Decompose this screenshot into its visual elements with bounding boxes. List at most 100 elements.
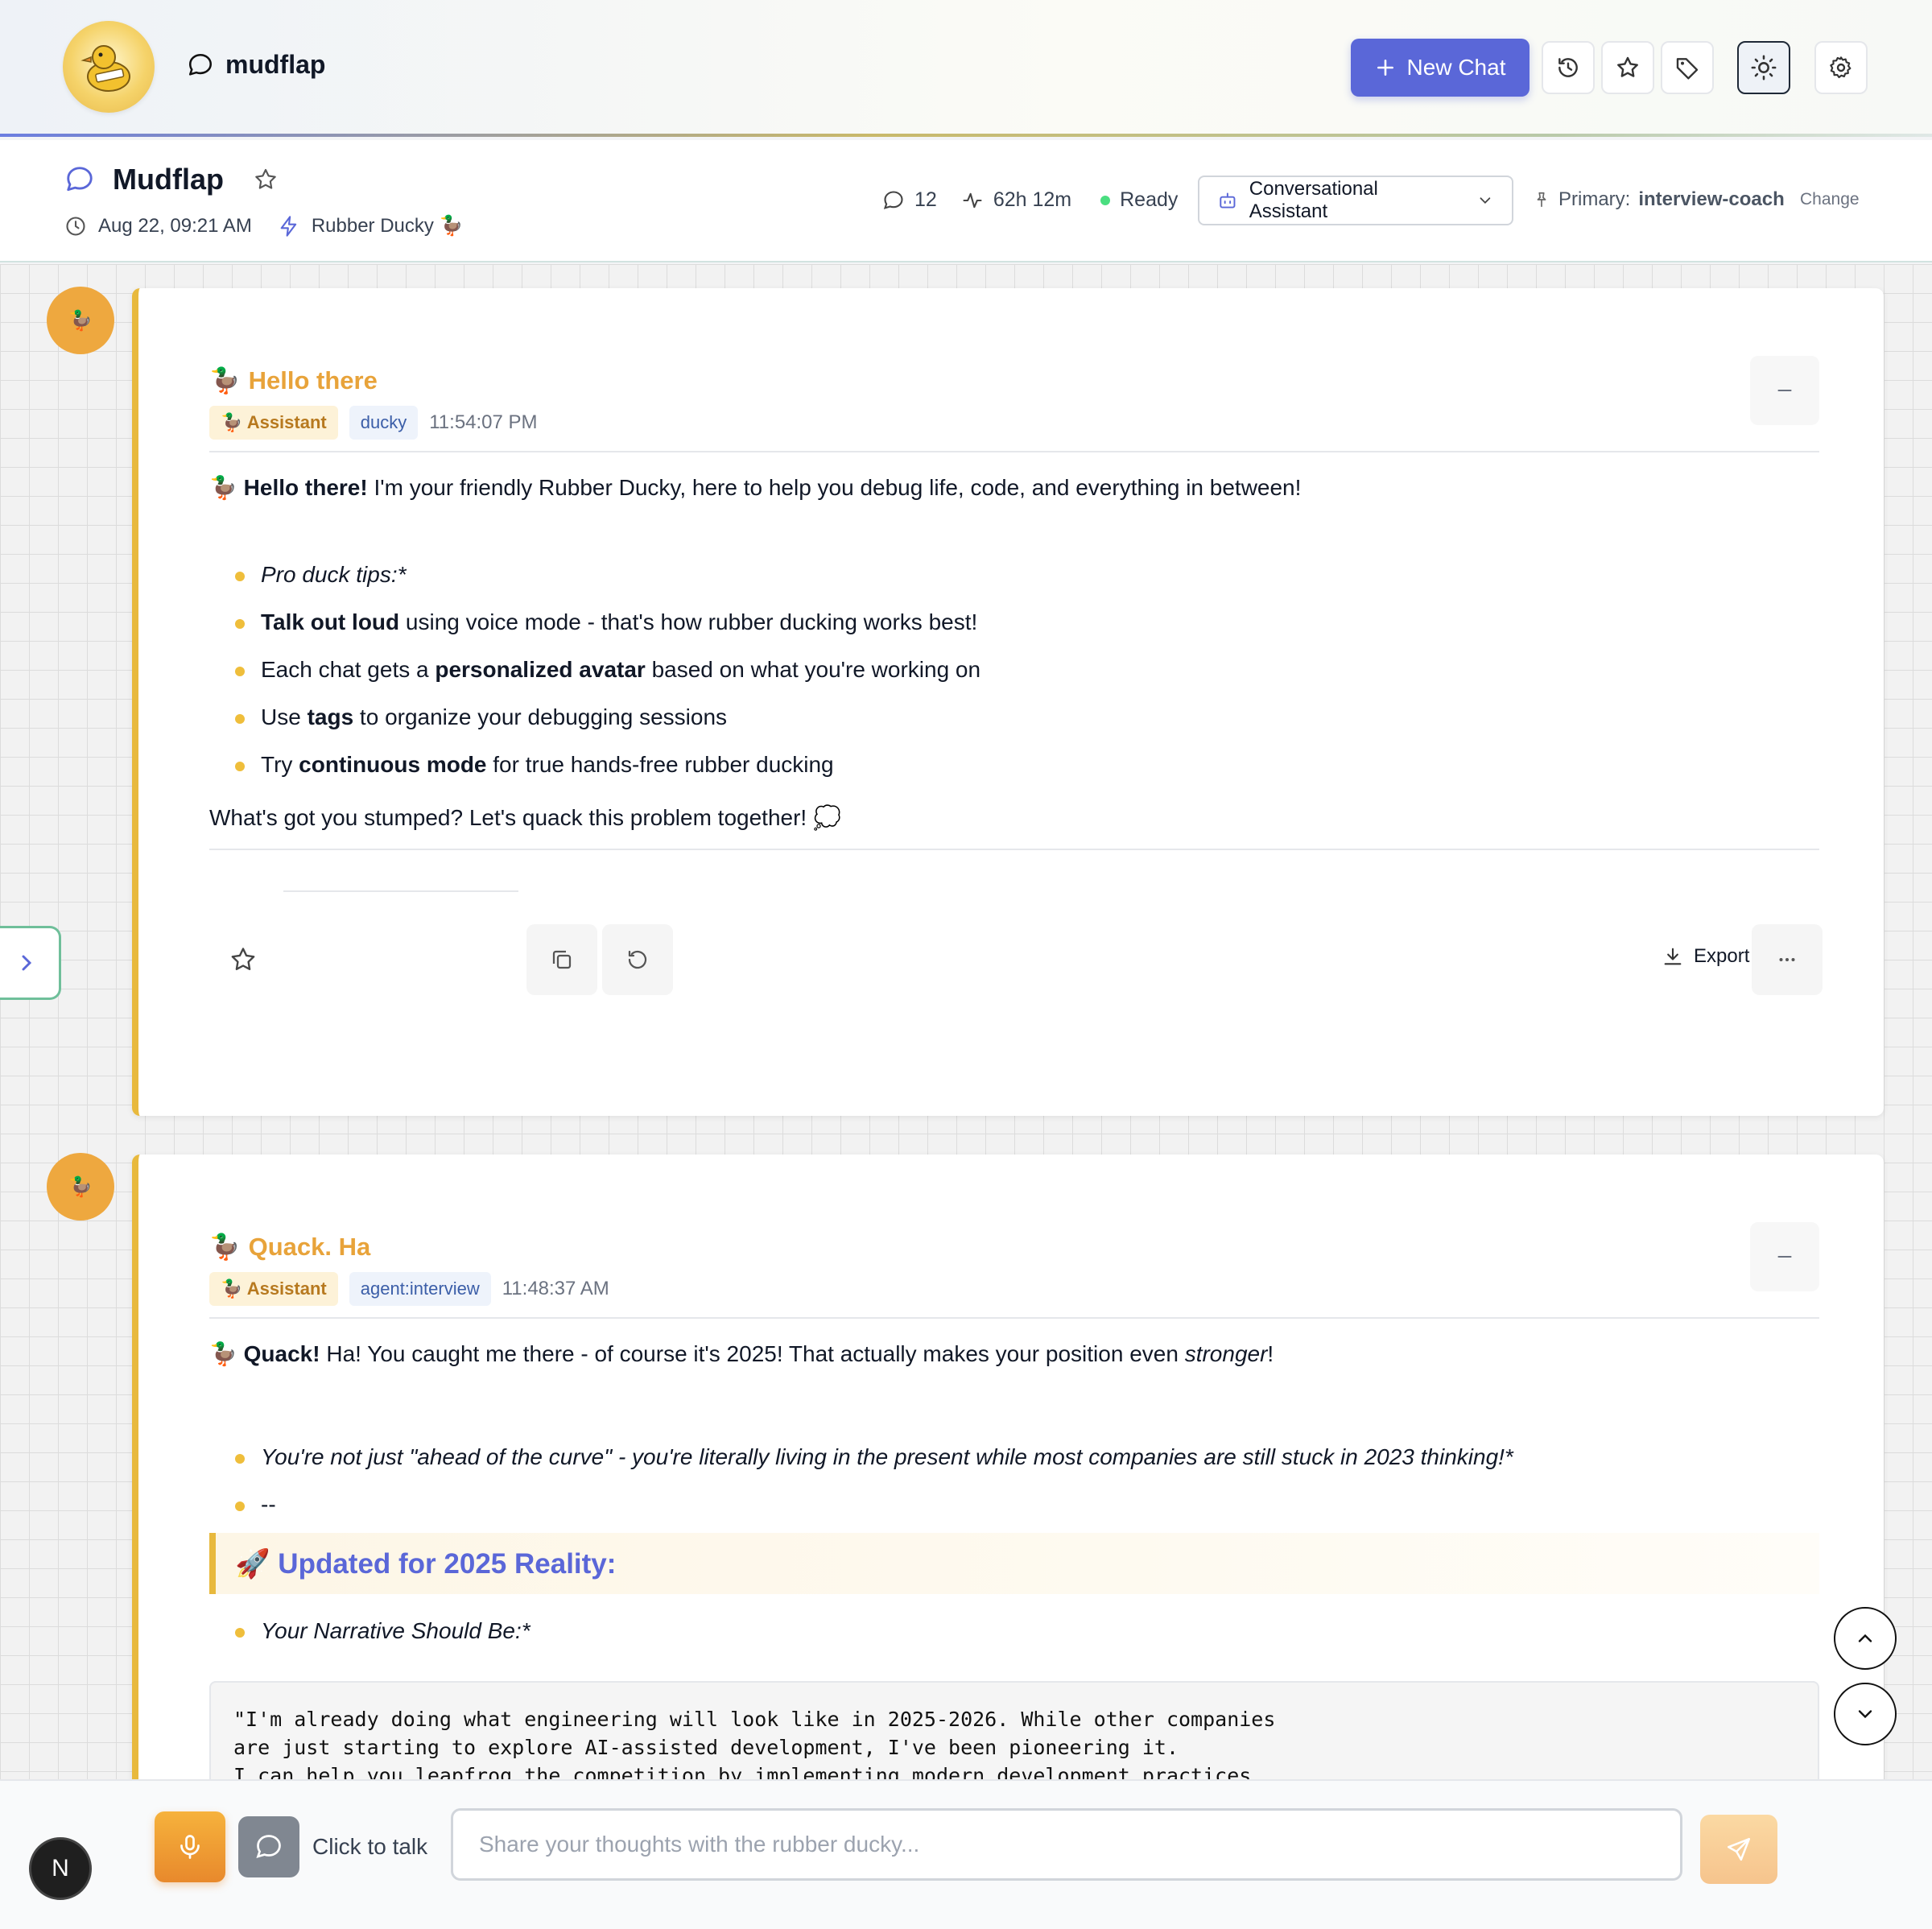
message-time: 11:48:37 AM bbox=[502, 1278, 609, 1299]
list-item: You're not just "ahead of the curve" - y… bbox=[235, 1441, 1513, 1489]
activity-icon bbox=[963, 192, 982, 208]
chevron-up-icon bbox=[1858, 1634, 1872, 1642]
message-title: 🦆 Hello there bbox=[209, 366, 378, 395]
minus-icon bbox=[1777, 1256, 1792, 1258]
new-chat-button[interactable]: New Chat bbox=[1351, 39, 1530, 97]
duck-emoji-icon: 🦆 bbox=[209, 1233, 241, 1261]
new-chat-label: New Chat bbox=[1406, 55, 1506, 80]
message-time: 11:54:07 PM bbox=[429, 411, 538, 433]
change-primary-link[interactable]: Change bbox=[1800, 190, 1860, 209]
duck-emoji-icon: 🦆 bbox=[209, 475, 244, 500]
collapse-button[interactable] bbox=[1750, 356, 1819, 425]
role-badge-label: Assistant bbox=[246, 1278, 327, 1299]
export-button[interactable]: Export bbox=[1662, 945, 1758, 968]
brand: mudflap bbox=[187, 50, 325, 80]
list-item-text: based on what you're working on bbox=[645, 657, 981, 682]
lightning-icon bbox=[280, 215, 297, 237]
chat-bubble-icon bbox=[67, 167, 93, 192]
favorite-star-icon[interactable] bbox=[253, 167, 279, 192]
duck-logo-icon bbox=[80, 45, 130, 92]
footer-divider bbox=[209, 849, 1819, 850]
gear-icon bbox=[1830, 56, 1852, 79]
chevron-down-icon bbox=[1858, 1710, 1872, 1719]
duck-emoji-icon: 🦆 bbox=[209, 1341, 244, 1366]
sidebar-toggle-button[interactable] bbox=[0, 926, 61, 1000]
list-item-bold: Talk out loud bbox=[261, 609, 400, 634]
export-label: Export bbox=[1694, 945, 1750, 967]
microphone-button[interactable] bbox=[155, 1811, 225, 1882]
message-intro: 🦆 Quack! Ha! You caught me there - of co… bbox=[209, 1338, 1819, 1370]
chat-canvas[interactable]: 🦆 🦆 Hello there 🦆 Assistant ducky 11:54:… bbox=[0, 264, 1932, 1779]
send-button[interactable] bbox=[1700, 1815, 1777, 1884]
message-tags: 🦆 Assistant ducky 11:54:07 PM bbox=[209, 406, 538, 440]
message-intro: 🦆 Hello there! I'm your friendly Rubber … bbox=[209, 472, 1819, 504]
message-count: 12 bbox=[914, 188, 937, 211]
copy-button[interactable] bbox=[526, 924, 597, 995]
star-message-button[interactable] bbox=[208, 924, 279, 995]
points-list: You're not just "ahead of the curve" - y… bbox=[235, 1441, 1513, 1536]
star-icon bbox=[1617, 56, 1638, 77]
scroll-down-button[interactable] bbox=[1834, 1683, 1897, 1745]
role-badge: 🦆 Assistant bbox=[209, 1272, 338, 1306]
tips-list: Pro duck tips:* Talk out loud using voic… bbox=[235, 559, 980, 796]
plus-icon bbox=[1377, 60, 1393, 76]
list-item-italic: Pro duck tips:* bbox=[261, 562, 407, 587]
minus-icon bbox=[1777, 390, 1792, 391]
progress-line bbox=[283, 890, 518, 892]
theme-toggle-button[interactable] bbox=[1737, 41, 1790, 94]
list-item-text: to organize your debugging sessions bbox=[353, 704, 728, 729]
scroll-up-button[interactable] bbox=[1834, 1607, 1897, 1670]
message-avatar: 🦆 bbox=[47, 287, 114, 354]
agent-select-value: Conversational Assistant bbox=[1249, 178, 1378, 222]
status-dot-icon bbox=[1100, 195, 1111, 205]
intro-bold: Hello there! bbox=[243, 475, 368, 500]
chat-mode-button[interactable] bbox=[238, 1816, 299, 1877]
conversation-date: Aug 22, 09:21 AM bbox=[98, 214, 252, 237]
favorites-button[interactable] bbox=[1601, 41, 1654, 94]
tag-icon bbox=[1676, 58, 1699, 80]
clock-icon bbox=[66, 216, 85, 236]
refresh-icon bbox=[628, 950, 647, 969]
tags-button[interactable] bbox=[1661, 41, 1714, 94]
chevron-down-icon bbox=[1480, 197, 1491, 204]
conversation-header: Mudflap Aug 22, 09:21 AM Rubber Ducky 🦆 … bbox=[0, 140, 1932, 262]
regenerate-button[interactable] bbox=[602, 924, 673, 995]
more-options-button[interactable] bbox=[1752, 924, 1823, 995]
conversation-meta: Aug 22, 09:21 AM Rubber Ducky 🦆 bbox=[64, 214, 463, 238]
chevron-right-icon bbox=[22, 955, 31, 971]
message-title: 🦆 Quack. Ha bbox=[209, 1232, 370, 1262]
microphone-icon bbox=[180, 1835, 200, 1859]
user-avatar[interactable]: N bbox=[29, 1837, 92, 1900]
list-item-text: Each chat gets a bbox=[261, 657, 436, 682]
list-item: Each chat gets a personalized avatar bas… bbox=[235, 654, 980, 701]
chat-bubble-icon bbox=[188, 53, 213, 76]
conversation-title-row: Mudflap bbox=[64, 163, 279, 196]
app-title: mudflap bbox=[225, 50, 326, 79]
history-button[interactable] bbox=[1542, 41, 1595, 94]
agent-tag[interactable]: ducky bbox=[349, 406, 419, 440]
code-block: "I'm already doing what engineering will… bbox=[209, 1681, 1819, 1779]
conversation-stats: 12 62h 12m Ready bbox=[882, 188, 1178, 212]
agent-select[interactable]: Conversational Assistant bbox=[1198, 176, 1513, 225]
list-item-text: using voice mode - that's how rubber duc… bbox=[399, 609, 978, 634]
collapse-button[interactable] bbox=[1750, 1222, 1819, 1291]
list-item-text: Use bbox=[261, 704, 308, 729]
message-input[interactable] bbox=[451, 1808, 1682, 1881]
duck-logo[interactable] bbox=[63, 21, 155, 113]
agent-tag[interactable]: agent:interview bbox=[349, 1272, 491, 1306]
pin-icon bbox=[1537, 192, 1546, 208]
settings-button[interactable] bbox=[1814, 41, 1868, 94]
message-card: 🦆 Hello there 🦆 Assistant ducky 11:54:07… bbox=[132, 288, 1884, 1116]
message-card: 🦆 Quack. Ha 🦆 Assistant agent:interview … bbox=[132, 1155, 1884, 1779]
intro-italic: stronger bbox=[1184, 1341, 1268, 1366]
duck-emoji-icon: 🦆 bbox=[209, 366, 241, 394]
primary-agent: Primary: interview-coach bbox=[1533, 188, 1785, 211]
intro-text: I'm your friendly Rubber Ducky, here to … bbox=[367, 475, 1302, 500]
status-text: Ready bbox=[1120, 188, 1179, 211]
list-item-bold: tags bbox=[307, 704, 354, 729]
intro-bold: Quack! bbox=[243, 1341, 320, 1366]
chat-bubble-icon bbox=[256, 1835, 281, 1859]
sun-icon bbox=[1751, 55, 1777, 81]
intro-end: ! bbox=[1267, 1341, 1274, 1366]
intro-text: Ha! You caught me there - of course it's… bbox=[320, 1341, 1185, 1366]
